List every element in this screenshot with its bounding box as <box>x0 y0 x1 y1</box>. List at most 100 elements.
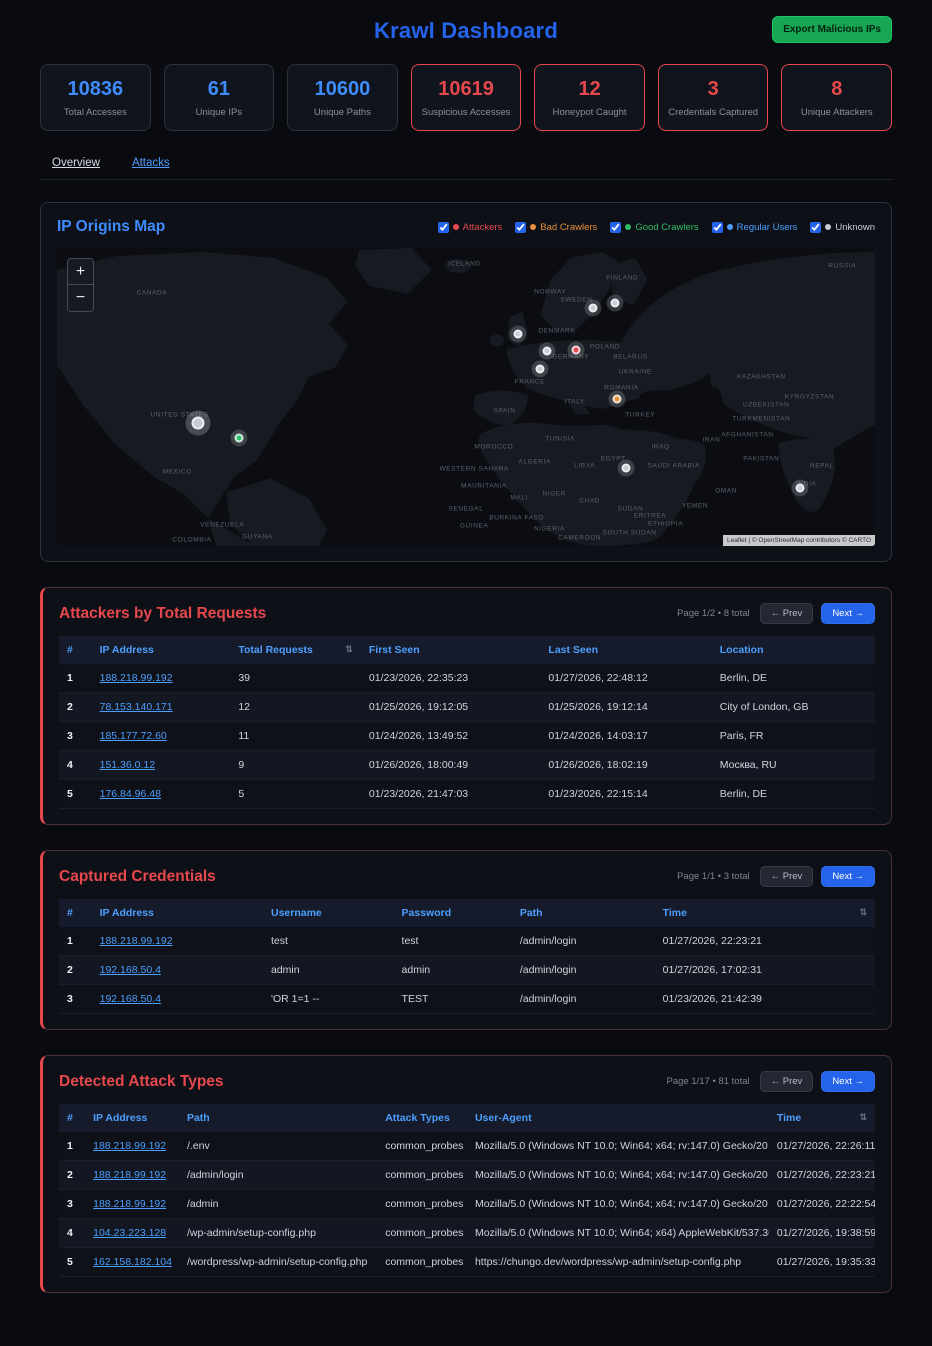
cell: /wp-admin/setup-config.php <box>179 1219 377 1248</box>
legend-checkbox-good-crawlers[interactable] <box>610 222 621 233</box>
ip-link[interactable]: 162.158.182.104 <box>93 1256 172 1268</box>
legend-item-bad-crawlers[interactable]: Bad Crawlers <box>515 222 597 233</box>
tab-attacks[interactable]: Attacks <box>132 157 170 169</box>
column-header-ip-address[interactable]: IP Address <box>92 636 231 664</box>
map-country-label: MAURITANIA <box>461 482 507 489</box>
map-marker-unknown[interactable] <box>191 416 204 429</box>
cell: 01/27/2026, 22:48:12 <box>540 664 711 693</box>
map-marker-unknown[interactable] <box>621 463 630 472</box>
column-header-time[interactable]: Time⇅ <box>769 1104 875 1132</box>
cell: 39 <box>230 664 361 693</box>
tab-overview[interactable]: Overview <box>52 157 100 169</box>
dashboard-page: Krawl Dashboard Export Malicious IPs 108… <box>0 0 932 1346</box>
column-header-path[interactable]: Path <box>512 899 655 927</box>
panel-header: Captured CredentialsPage 1/1 • 3 total← … <box>59 866 875 887</box>
column-header-password[interactable]: Password <box>394 899 512 927</box>
column-header-total-requests[interactable]: Total Requests⇅ <box>230 636 361 664</box>
next-page-button[interactable]: Next → <box>821 1071 875 1092</box>
next-page-button[interactable]: Next → <box>821 603 875 624</box>
zoom-in-button[interactable]: + <box>68 259 93 285</box>
next-page-button[interactable]: Next → <box>821 866 875 887</box>
ip-link[interactable]: 188.218.99.192 <box>100 672 173 684</box>
cell: 5 <box>230 780 361 809</box>
map-marker-unknown[interactable] <box>513 329 522 338</box>
column-header-attack-types[interactable]: Attack Types <box>377 1104 467 1132</box>
map-marker-attacker[interactable] <box>571 346 580 355</box>
export-malicious-ips-button[interactable]: Export Malicious IPs <box>772 16 892 43</box>
ip-link[interactable]: 188.218.99.192 <box>93 1169 166 1181</box>
ip-cell: 78.153.140.171 <box>92 693 231 722</box>
column-header-time[interactable]: Time⇅ <box>655 899 875 927</box>
map-country-label: TURKEY <box>625 411 655 418</box>
cell: Berlin, DE <box>712 780 875 809</box>
map-country-label: YEMEN <box>682 503 708 510</box>
cell: test <box>263 927 394 956</box>
ip-link[interactable]: 78.153.140.171 <box>100 701 173 713</box>
sort-icon[interactable]: ⇅ <box>859 907 867 918</box>
legend-dot <box>530 224 536 230</box>
column-header-last-seen[interactable]: Last Seen <box>540 636 711 664</box>
column-header-num[interactable]: # <box>59 636 92 664</box>
legend-checkbox-attackers[interactable] <box>438 222 449 233</box>
ip-link[interactable]: 192.168.50.4 <box>100 964 161 976</box>
column-header-user-agent[interactable]: User-Agent <box>467 1104 769 1132</box>
legend-checkbox-regular-users[interactable] <box>712 222 723 233</box>
table-row: 2192.168.50.4adminadmin/admin/login01/27… <box>59 956 875 985</box>
cell: test <box>394 927 512 956</box>
ip-link[interactable]: 151.36.0.12 <box>100 759 155 771</box>
legend-item-good-crawlers[interactable]: Good Crawlers <box>610 222 698 233</box>
column-header-ip-address[interactable]: IP Address <box>85 1104 179 1132</box>
ip-link[interactable]: 188.218.99.192 <box>93 1198 166 1210</box>
prev-page-button[interactable]: ← Prev <box>760 1071 814 1092</box>
column-header-num[interactable]: # <box>59 1104 85 1132</box>
cell: 01/27/2026, 22:22:54 <box>769 1190 875 1219</box>
ip-link[interactable]: 185.177.72.60 <box>100 730 167 742</box>
cell: Berlin, DE <box>712 664 875 693</box>
map-marker-unknown[interactable] <box>795 484 804 493</box>
legend-item-attackers[interactable]: Attackers <box>438 222 503 233</box>
map-marker-good-crawler[interactable] <box>235 433 244 442</box>
column-header-num[interactable]: # <box>59 899 92 927</box>
legend-item-regular-users[interactable]: Regular Users <box>712 222 798 233</box>
cell: 01/27/2026, 22:26:11 <box>769 1132 875 1161</box>
ip-origins-map-panel: IP Origins Map AttackersBad CrawlersGood… <box>40 202 892 562</box>
ip-link[interactable]: 176.84.96.48 <box>100 788 161 800</box>
stat-label: Honeypot Caught <box>539 107 640 118</box>
ip-link[interactable]: 192.168.50.4 <box>100 993 161 1005</box>
sort-icon[interactable]: ⇅ <box>859 1112 867 1123</box>
column-header-ip-address[interactable]: IP Address <box>92 899 263 927</box>
map-country-label: SAUDI ARABIA <box>648 462 700 469</box>
legend-checkbox-bad-crawlers[interactable] <box>515 222 526 233</box>
map-marker-bad-crawler[interactable] <box>613 395 622 404</box>
column-header-path[interactable]: Path <box>179 1104 377 1132</box>
ip-link[interactable]: 188.218.99.192 <box>100 935 173 947</box>
map-country-label: LIBYA <box>574 463 595 470</box>
cell: /admin/login <box>512 956 655 985</box>
zoom-out-button[interactable]: − <box>68 285 93 311</box>
ip-link[interactable]: 104.23.223.128 <box>93 1227 166 1239</box>
attackers-by-total-requests-panel: Attackers by Total RequestsPage 1/2 • 8 … <box>40 587 892 825</box>
map-marker-unknown[interactable] <box>535 365 544 374</box>
legend-item-unknown[interactable]: Unknown <box>810 222 875 233</box>
prev-page-button[interactable]: ← Prev <box>760 603 814 624</box>
cell: City of London, GB <box>712 693 875 722</box>
map-marker-unknown[interactable] <box>610 298 619 307</box>
cell: 01/26/2026, 18:02:19 <box>540 751 711 780</box>
cell: 01/24/2026, 14:03:17 <box>540 722 711 751</box>
map-marker-unknown[interactable] <box>542 347 551 356</box>
prev-page-button[interactable]: ← Prev <box>760 866 814 887</box>
ip-link[interactable]: 188.218.99.192 <box>93 1140 166 1152</box>
cell: common_probes <box>377 1161 467 1190</box>
cell: 01/27/2026, 19:35:33 <box>769 1248 875 1277</box>
cell: 3 <box>59 1190 85 1219</box>
cell: Mozilla/5.0 (Windows NT 10.0; Win64; x64… <box>467 1161 769 1190</box>
legend-checkbox-unknown[interactable] <box>810 222 821 233</box>
column-header-first-seen[interactable]: First Seen <box>361 636 541 664</box>
map-country-label: WESTERN SAHARA <box>439 465 508 472</box>
map-country-label: OMAN <box>715 488 737 495</box>
world-map[interactable]: + − CANADAUNITED STATESMEXICOVENEZUELACO… <box>57 248 875 546</box>
column-header-username[interactable]: Username <box>263 899 394 927</box>
column-header-location[interactable]: Location <box>712 636 875 664</box>
sort-icon[interactable]: ⇅ <box>345 644 353 655</box>
map-marker-unknown[interactable] <box>588 303 597 312</box>
